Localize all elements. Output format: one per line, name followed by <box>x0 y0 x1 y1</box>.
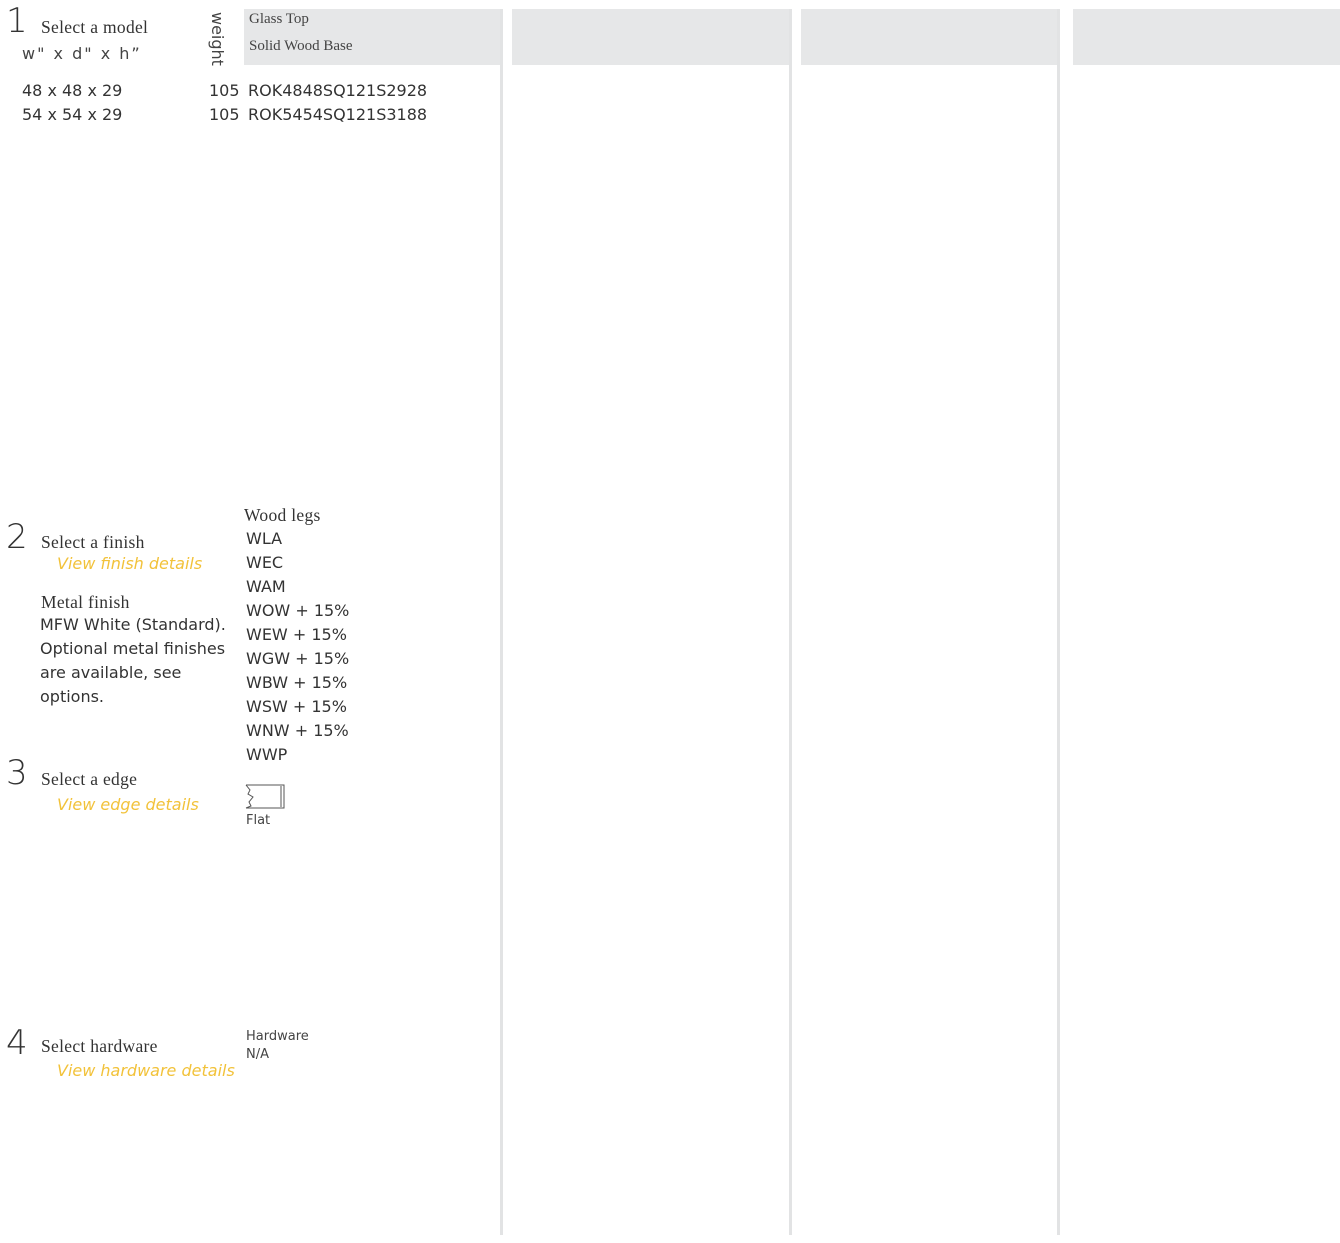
column-divider-1 <box>500 9 503 1235</box>
list-item: WOW + 15% <box>246 601 350 620</box>
list-item: WEW + 15% <box>246 625 347 644</box>
column-header-3 <box>801 9 1057 65</box>
metal-finish-line: options. <box>40 687 105 706</box>
step-1-title: Select a model <box>41 17 149 37</box>
row-model-number: ROK4848SQ121S2928 <box>248 81 428 100</box>
step-1-number: 1 <box>6 1 28 41</box>
hardware-value: N/A <box>246 1047 269 1062</box>
view-edge-details-link[interactable]: View edge details <box>57 795 199 814</box>
list-item: WGW + 15% <box>246 649 350 668</box>
list-item: WEC <box>246 553 284 572</box>
column-divider-2 <box>789 9 792 1235</box>
column-divider-3 <box>1057 9 1060 1235</box>
row-weight: 105 <box>209 105 240 124</box>
row-dimensions: 48 x 48 x 29 <box>22 81 123 100</box>
step-4-title: Select hardware <box>41 1036 158 1056</box>
wood-legs-title: Wood legs <box>244 505 321 525</box>
metal-finish-line: are available, see <box>40 663 182 682</box>
metal-finish-title: Metal finish <box>41 592 130 612</box>
flat-edge-icon <box>245 784 285 809</box>
edge-label: Flat <box>246 813 271 828</box>
step-4-number: 4 <box>6 1023 28 1063</box>
list-item: WLA <box>246 529 283 548</box>
list-item: WAM <box>246 577 286 596</box>
wood-finish-list: WLA WEC WAM WOW + 15% WEW + 15% WGW + 15… <box>246 527 349 767</box>
list-item: WSW + 15% <box>246 697 347 716</box>
row-weight: 105 <box>209 81 240 100</box>
weight-label: weight <box>208 12 227 66</box>
table-header-line-1: Glass Top <box>249 11 309 27</box>
table-header-line-2: Solid Wood Base <box>249 38 353 54</box>
step-2-number: 2 <box>6 517 28 557</box>
list-item: WNW + 15% <box>246 721 349 740</box>
view-hardware-details-link[interactable]: View hardware details <box>57 1061 235 1080</box>
dimensions-label: w" x d" x h” <box>22 44 142 63</box>
step-2-title: Select a finish <box>41 532 145 552</box>
row-model-number: ROK5454SQ121S3188 <box>248 105 428 124</box>
list-item: WWP <box>246 745 288 764</box>
metal-finish-line: Optional metal finishes <box>40 639 226 658</box>
row-dimensions: 54 x 54 x 29 <box>22 105 123 124</box>
step-3-number: 3 <box>6 753 28 793</box>
list-item: WBW + 15% <box>246 673 348 692</box>
view-finish-details-link[interactable]: View finish details <box>57 554 202 573</box>
hardware-label: Hardware <box>246 1029 309 1044</box>
metal-finish-description: MFW White (Standard). Optional metal fin… <box>40 613 240 709</box>
step-3-title: Select a edge <box>41 769 138 789</box>
column-header-2 <box>512 9 789 65</box>
metal-finish-line: MFW White (Standard). <box>40 615 226 634</box>
column-header-4 <box>1073 9 1340 65</box>
